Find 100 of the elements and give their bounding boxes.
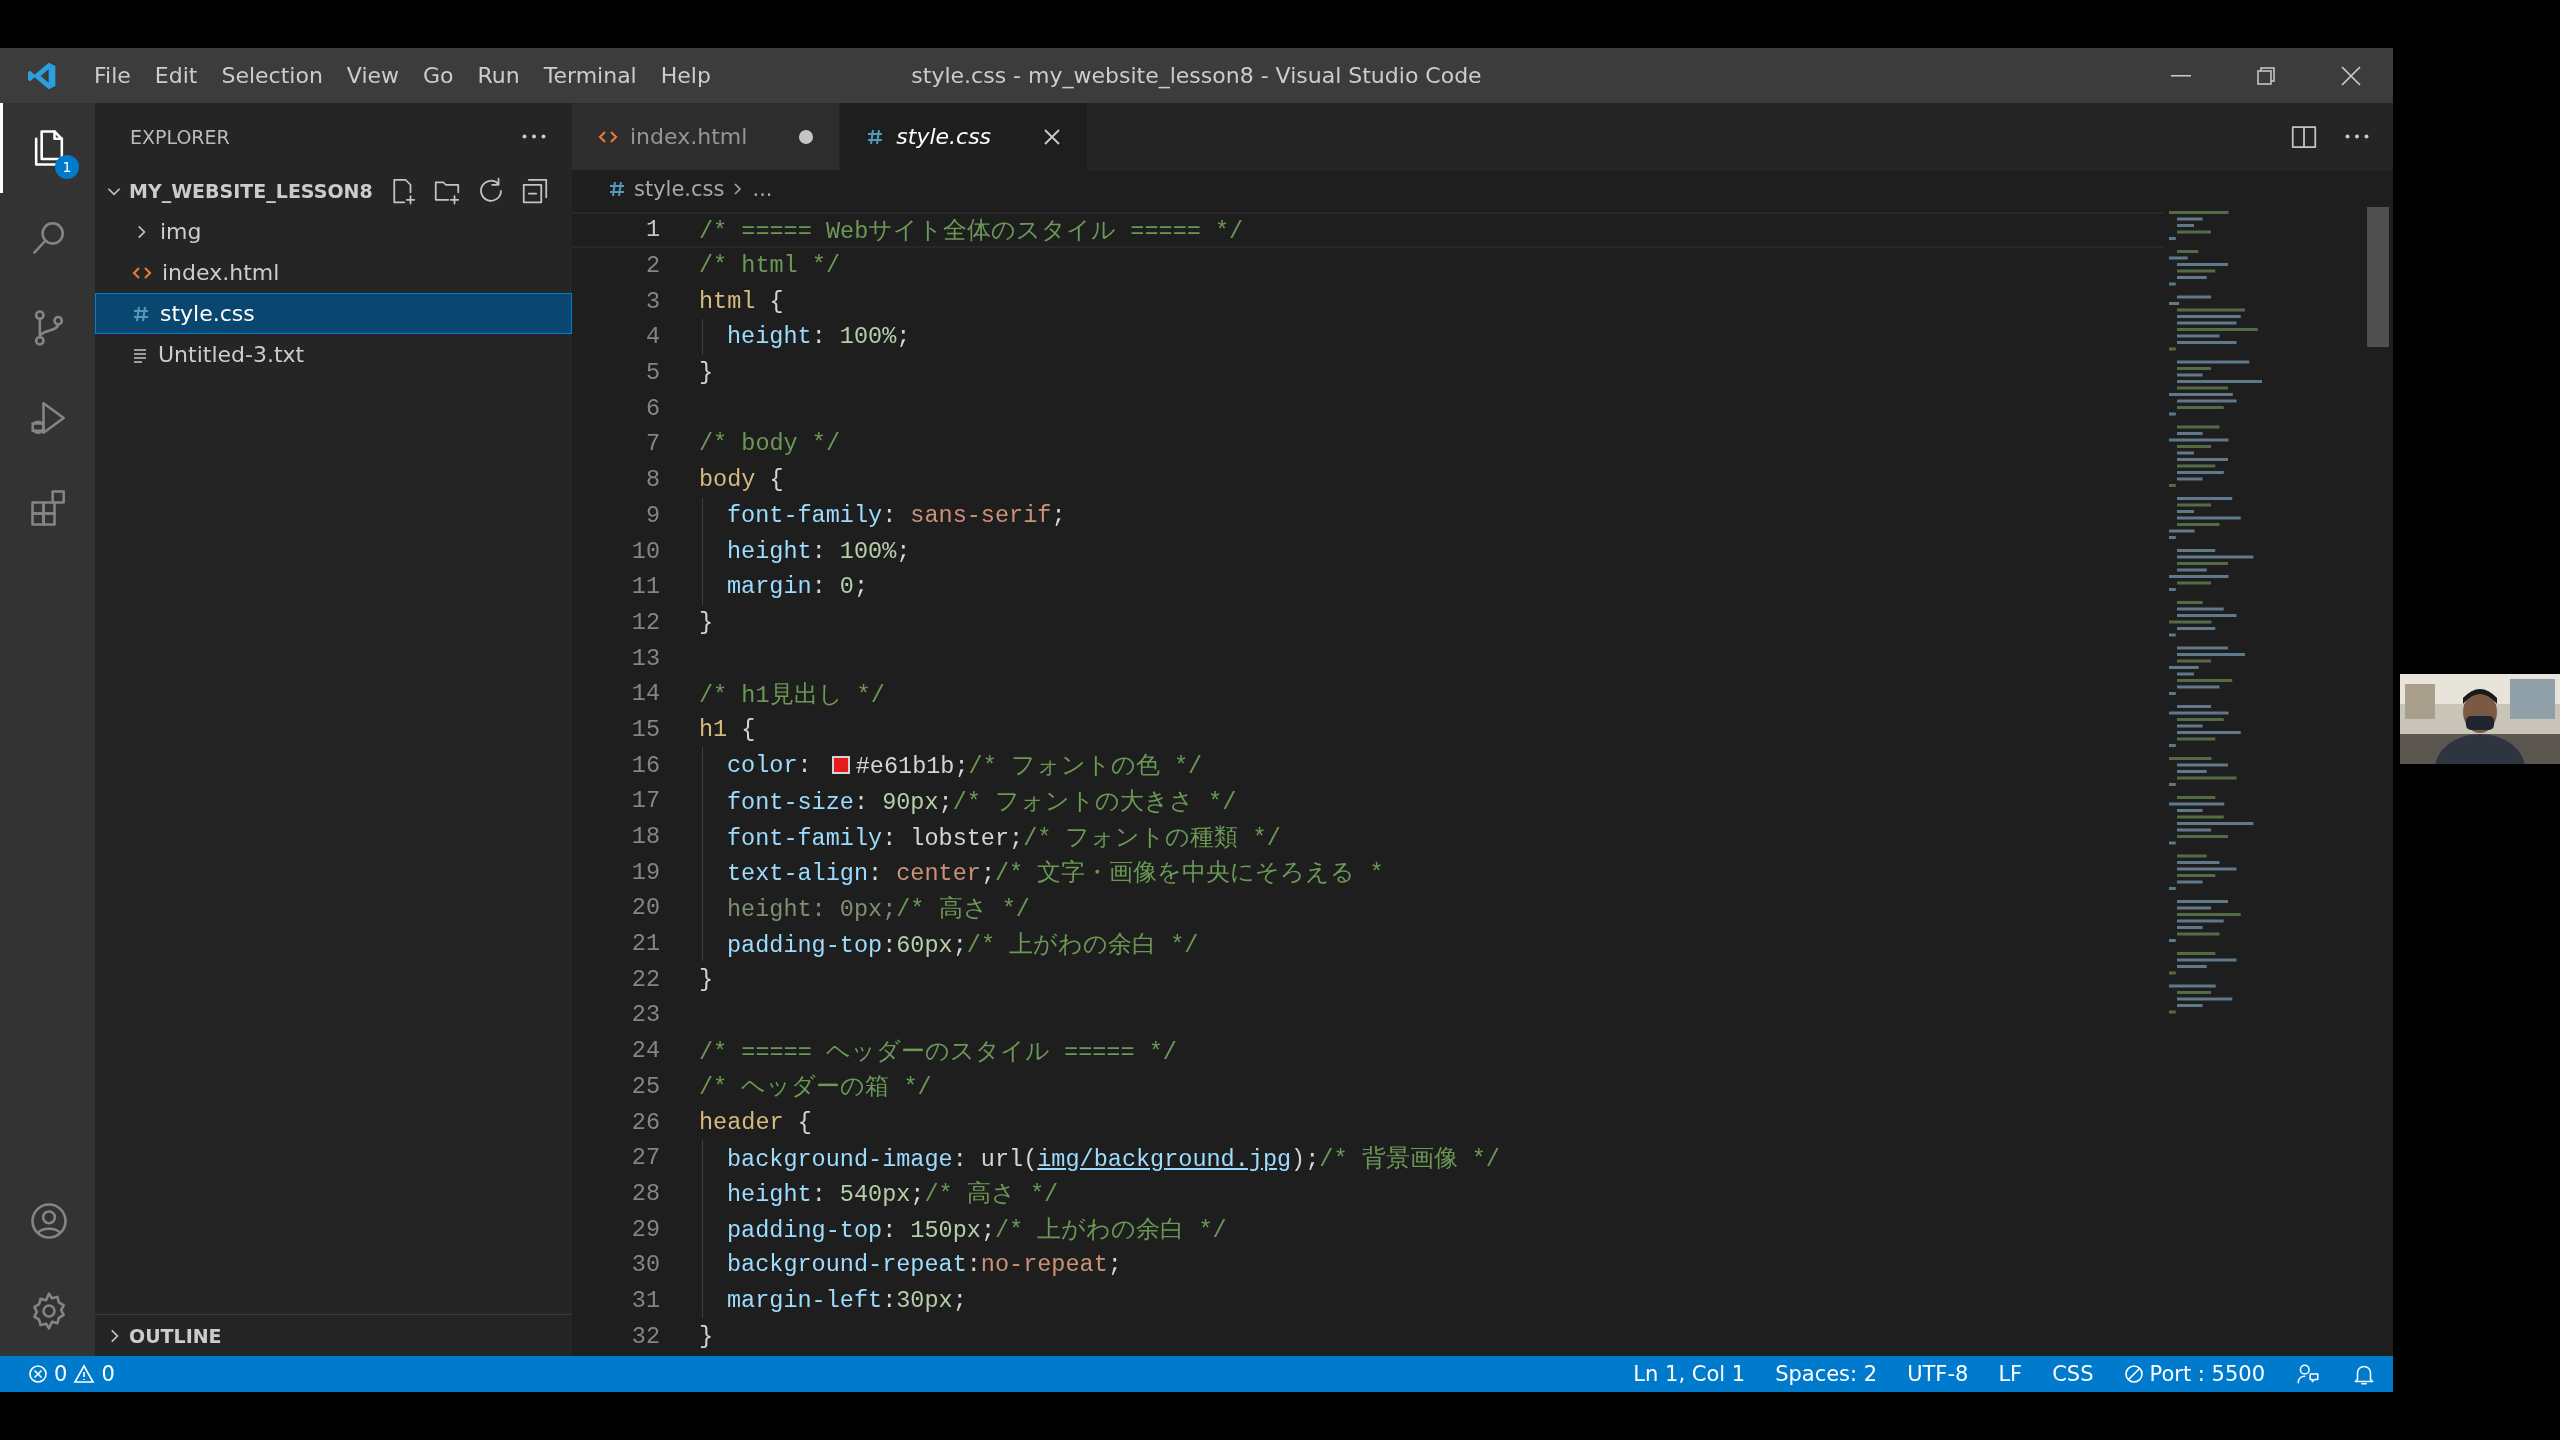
line-number: 12	[630, 608, 660, 636]
status-item[interactable]: LF	[1998, 1362, 2023, 1386]
file-name: style.css	[160, 301, 255, 326]
code-text: text-align: center;/* 文字・画像を中央にそろえる *	[727, 858, 1384, 889]
error-icon	[28, 1364, 48, 1384]
line-number: 24	[630, 1037, 660, 1065]
line-number: 5	[644, 359, 660, 387]
menu-item[interactable]: View	[334, 57, 412, 94]
line-number: 4	[644, 323, 660, 351]
line-number: 27	[630, 1144, 660, 1172]
code-text: h1 {	[699, 715, 756, 743]
code-text: #e61b1b;/* フォントの色 */	[855, 752, 1203, 782]
line-number: 28	[630, 1179, 660, 1207]
code-text: /* ヘッダーの箱 */	[699, 1073, 932, 1103]
line-number: 26	[630, 1108, 660, 1136]
status-item[interactable]: Ln 1, Col 1	[1633, 1362, 1746, 1386]
code-text: background-image: url(img/background.jpg);/* 背景画像 */	[727, 1144, 1500, 1174]
code-text: header {	[699, 1108, 812, 1136]
code-text: font-family: lobster;/* フォントの種類 */	[727, 823, 1281, 853]
line-number: 7	[644, 430, 660, 458]
minimize-icon	[2170, 74, 2191, 77]
code-brackets-icon	[598, 128, 618, 145]
code-text: height: 540px;/* 高さ */	[727, 1179, 1059, 1210]
explorer-row[interactable]: index.html	[95, 252, 572, 293]
problems-indicator[interactable]: 0 0	[28, 1362, 115, 1386]
menu-item[interactable]: Terminal	[531, 57, 649, 94]
code-text: /* h1見出し */	[699, 680, 885, 710]
code-text: height: 100%;	[727, 537, 911, 565]
line-number: 11	[630, 573, 660, 601]
line-number: 13	[630, 644, 660, 672]
line-number: 22	[630, 965, 660, 993]
line-number: 10	[630, 537, 660, 565]
code-text: }	[699, 359, 714, 387]
folder-header[interactable]: MY_WEBSITE_LESSON8	[95, 170, 572, 211]
close-icon	[2339, 64, 2362, 87]
code-text: font-family: sans-serif;	[727, 501, 1066, 529]
code-text: font-size: 90px;/* フォントの大きさ */	[727, 787, 1237, 817]
hash-icon	[608, 179, 626, 198]
code-text: /* ===== ヘッダーのスタイル ===== */	[699, 1037, 1177, 1067]
line-number: 31	[630, 1286, 660, 1314]
line-number: 6	[644, 394, 660, 422]
more-icon[interactable]	[522, 134, 546, 139]
lines-icon	[132, 346, 148, 363]
color-swatch[interactable]	[831, 756, 850, 775]
editor-tab[interactable]: index.html	[572, 103, 841, 170]
menu-item[interactable]: Edit	[142, 57, 210, 94]
code-text: body {	[699, 466, 784, 494]
line-number: 25	[630, 1072, 660, 1100]
code-text: /* body */	[699, 430, 841, 458]
code-text: height: 100%;	[727, 323, 911, 351]
panel-title: EXPLORER	[130, 125, 231, 148]
menu-item[interactable]: Run	[465, 57, 532, 94]
menu-item[interactable]: File	[82, 57, 143, 94]
code-text: margin-left:30px;	[727, 1286, 967, 1314]
no-entry-icon	[2123, 1364, 2144, 1384]
unsaved-dot	[799, 129, 814, 144]
line-number: 14	[630, 680, 660, 708]
line-number: 17	[630, 787, 660, 815]
scrollbar-thumb[interactable]	[2367, 207, 2389, 347]
more-icon[interactable]	[2345, 134, 2369, 139]
code-link[interactable]: img/background.jpg	[1037, 1145, 1292, 1173]
code-text: }	[699, 608, 714, 636]
hash-icon	[866, 127, 885, 146]
menu-item[interactable]: Go	[411, 57, 466, 94]
status-item[interactable]: UTF-8	[1907, 1362, 1969, 1386]
breadcrumb-item[interactable]: ...	[752, 176, 773, 201]
restore-icon	[2255, 65, 2276, 86]
line-number: 30	[630, 1251, 660, 1279]
code-text: background-repeat:no-repeat;	[727, 1251, 1122, 1279]
close-icon[interactable]	[1043, 127, 1062, 146]
warning-icon	[73, 1364, 96, 1384]
hash-icon	[132, 304, 150, 323]
line-number: 16	[630, 751, 660, 779]
line-number: 1	[644, 216, 660, 244]
menu-item[interactable]: Selection	[209, 57, 335, 94]
line-number: 15	[630, 715, 660, 743]
code-text: color:	[727, 751, 813, 779]
code-text: height: 0px;/* 高さ */	[727, 894, 1030, 924]
window-title: style.css - my_website_lesson8 - Visual Studio Code	[911, 63, 1482, 88]
badge: 1	[55, 155, 79, 179]
code-text: html {	[699, 287, 784, 315]
code-text: }	[699, 965, 714, 993]
status-item[interactable]: Spaces: 2	[1775, 1362, 1878, 1386]
explorer-row[interactable]: style.css	[95, 293, 572, 334]
file-name: index.html	[162, 260, 280, 285]
line-number: 21	[630, 930, 660, 958]
line-number: 18	[630, 823, 660, 851]
line-number: 23	[630, 1001, 660, 1029]
live-server-item[interactable]: Port : 5500	[2123, 1362, 2265, 1386]
line-number: 29	[630, 1215, 660, 1243]
menu-item[interactable]: Help	[648, 57, 723, 94]
breadcrumb-item[interactable]: style.css	[634, 176, 725, 201]
editor-tab[interactable]: style.css	[840, 103, 1089, 170]
explorer-row[interactable]: Untitled-3.txt	[95, 334, 572, 375]
status-item[interactable]: CSS	[2052, 1362, 2094, 1386]
file-name: Untitled-3.txt	[158, 342, 305, 367]
code-text: }	[699, 1322, 714, 1350]
file-name: img	[160, 219, 202, 244]
explorer-row[interactable]: img	[95, 211, 572, 252]
code-text: margin: 0;	[727, 573, 869, 601]
